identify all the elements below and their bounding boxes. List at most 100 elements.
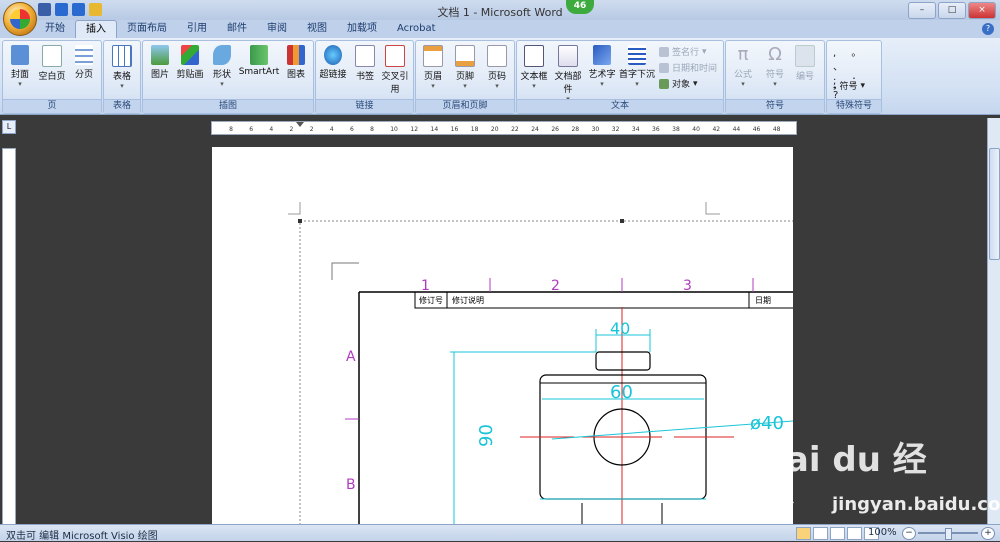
tab-addins[interactable]: 加载项 <box>337 20 387 38</box>
ruler-number: 22 <box>511 126 519 133</box>
tab-view[interactable]: 视图 <box>297 20 337 38</box>
zoom-in-button[interactable]: + <box>981 527 995 540</box>
watermark-url: jingyan.baidu.com <box>832 494 1000 515</box>
revision-header-number: 修订号 <box>419 295 443 305</box>
baidu-watermark: Bai du 经验 jingyan.baidu.com <box>760 432 1000 529</box>
wordart-button[interactable]: 艺术字 ▾ <box>587 45 617 88</box>
full-screen-view-icon[interactable] <box>813 527 828 540</box>
ruler-number: 36 <box>652 126 660 133</box>
equation-button[interactable]: π 公式 ▾ <box>728 45 758 89</box>
chart-button[interactable]: 图表 <box>281 45 311 80</box>
numbering-button[interactable]: 编号 <box>790 45 820 82</box>
picture-icon <box>151 45 169 65</box>
zone-row-a: A <box>346 349 356 365</box>
quick-parts-button[interactable]: 文档部件▾ <box>551 45 585 103</box>
indent-marker-icon[interactable] <box>296 122 304 127</box>
picture-button[interactable]: 图片 <box>145 45 175 80</box>
object-icon <box>659 78 669 89</box>
ruler-number: 2 <box>310 126 314 133</box>
tab-home[interactable]: 开始 <box>35 20 75 38</box>
comma-icon: ❟ <box>833 80 837 91</box>
smartart-button[interactable]: SmartArt <box>238 45 280 77</box>
group-table: 表格 ▾ 表格 <box>103 40 141 114</box>
tab-references[interactable]: 引用 <box>177 20 217 38</box>
page-number-button[interactable]: 页码 ▾ <box>482 45 512 90</box>
clipart-button[interactable]: 剪贴画 <box>175 45 205 80</box>
document-page[interactable]: 修订号 修订说明 日期 1 2 3 A B 40 60 ø40 90 <box>212 147 793 525</box>
tab-page-layout[interactable]: 页面布局 <box>117 20 177 38</box>
help-icon[interactable]: ? <box>982 23 994 35</box>
office-button[interactable] <box>3 2 37 36</box>
zoom-level[interactable]: 100% <box>868 527 897 538</box>
scrollbar-thumb[interactable] <box>989 148 1000 260</box>
blank-page-button[interactable]: 空白页 <box>37 45 67 82</box>
bookmark-icon <box>355 45 375 67</box>
zoom-out-button[interactable]: − <box>902 527 916 540</box>
zoom-slider-thumb[interactable] <box>945 528 952 540</box>
ruler-number: 16 <box>451 126 459 133</box>
ruler-number: 14 <box>431 126 439 133</box>
bookmark-button[interactable]: 书签 <box>350 45 380 82</box>
special-symbol-button[interactable]: ❟ 符号 ▾ <box>833 79 865 93</box>
revision-header-date: 日期 <box>755 296 771 305</box>
cross-reference-button[interactable]: 交叉引用 <box>380 45 410 95</box>
web-layout-view-icon[interactable] <box>830 527 845 540</box>
footer-button[interactable]: 页脚 ▾ <box>450 45 480 90</box>
group-label-symbols: 符号 <box>726 99 824 113</box>
dropcap-button[interactable]: 首字下沉 ▾ <box>619 45 655 88</box>
ruler-number: 26 <box>551 126 559 133</box>
title-bar: 文档 1 - Microsoft Word 46 – □ × <box>0 0 1000 20</box>
date-time-button[interactable]: 日期和时间 <box>659 61 717 74</box>
ruler-number: 6 <box>249 126 253 133</box>
table-icon <box>112 45 132 67</box>
blank-page-icon <box>42 45 62 67</box>
object-selection-frame[interactable] <box>299 220 793 525</box>
maximize-button[interactable]: □ <box>938 2 966 19</box>
vertical-scrollbar[interactable] <box>987 118 1000 524</box>
zone-column-2: 2 <box>551 278 560 294</box>
tab-mailings[interactable]: 邮件 <box>217 20 257 38</box>
outline-view-icon[interactable] <box>847 527 862 540</box>
watermark-text: Bai du 经验 <box>760 440 927 529</box>
group-special-symbols: , 。 、; ： ? ❟ 符号 ▾ 特殊符号 <box>826 40 882 114</box>
ruler-number: 32 <box>612 126 620 133</box>
header-icon <box>423 45 443 67</box>
selection-handle-top[interactable] <box>620 219 624 223</box>
group-label-special-symbols: 特殊符号 <box>827 99 881 113</box>
table-button[interactable]: 表格 ▾ <box>107 45 137 90</box>
header-button[interactable]: 页眉 ▾ <box>418 45 448 90</box>
selection-handle-tl[interactable] <box>298 219 302 223</box>
dim-label-dia40: ø40 <box>750 413 784 434</box>
zone-row-b: B <box>346 477 356 493</box>
smartart-icon <box>250 45 268 65</box>
punctuation-palette[interactable]: , 。 、; ： ? <box>833 47 881 103</box>
visio-drawing[interactable]: 修订号 修订说明 日期 1 2 3 A B 40 60 ø40 90 <box>212 147 793 525</box>
ruler-number: 2 <box>290 126 294 133</box>
ruler-number: 46 <box>753 126 761 133</box>
ruler-number: 38 <box>672 126 680 133</box>
textbox-button[interactable]: 文本框 ▾ <box>519 45 549 90</box>
signature-line-button[interactable]: 签名行 ▾ <box>659 45 707 58</box>
ruler-tab-selector[interactable]: L <box>2 120 16 134</box>
ruler-number: 24 <box>531 126 539 133</box>
ruler-number: 48 <box>773 126 781 133</box>
group-label-links: 链接 <box>316 99 413 113</box>
close-button[interactable]: × <box>968 2 996 19</box>
revision-header-desc: 修订说明 <box>452 295 484 305</box>
tab-insert[interactable]: 插入 <box>75 20 117 39</box>
object-button[interactable]: 对象 ▾ <box>659 77 698 90</box>
tab-acrobat[interactable]: Acrobat <box>387 20 446 38</box>
shapes-button[interactable]: 形状 ▾ <box>207 45 237 88</box>
cover-page-button[interactable]: 封面 ▾ <box>5 45 35 88</box>
page-break-button[interactable]: 分页 <box>69 45 99 80</box>
horizontal-ruler[interactable]: 8 6 4 2 2 4 6 8 10 12 14 16 18 20 22 24 26 28 30 32 34 36 38 40… <box>211 121 797 135</box>
minimize-button[interactable]: – <box>908 2 936 19</box>
group-links: 超链接 书签 交叉引用 链接 <box>315 40 414 114</box>
symbol-button[interactable]: Ω 符号 ▾ <box>760 45 790 89</box>
tab-review[interactable]: 审阅 <box>257 20 297 38</box>
ruler-number: 28 <box>571 126 579 133</box>
vertical-ruler[interactable] <box>2 148 16 525</box>
hyperlink-button[interactable]: 超链接 <box>318 45 348 80</box>
print-layout-view-icon[interactable] <box>796 527 811 540</box>
ruler-number: 20 <box>491 126 499 133</box>
